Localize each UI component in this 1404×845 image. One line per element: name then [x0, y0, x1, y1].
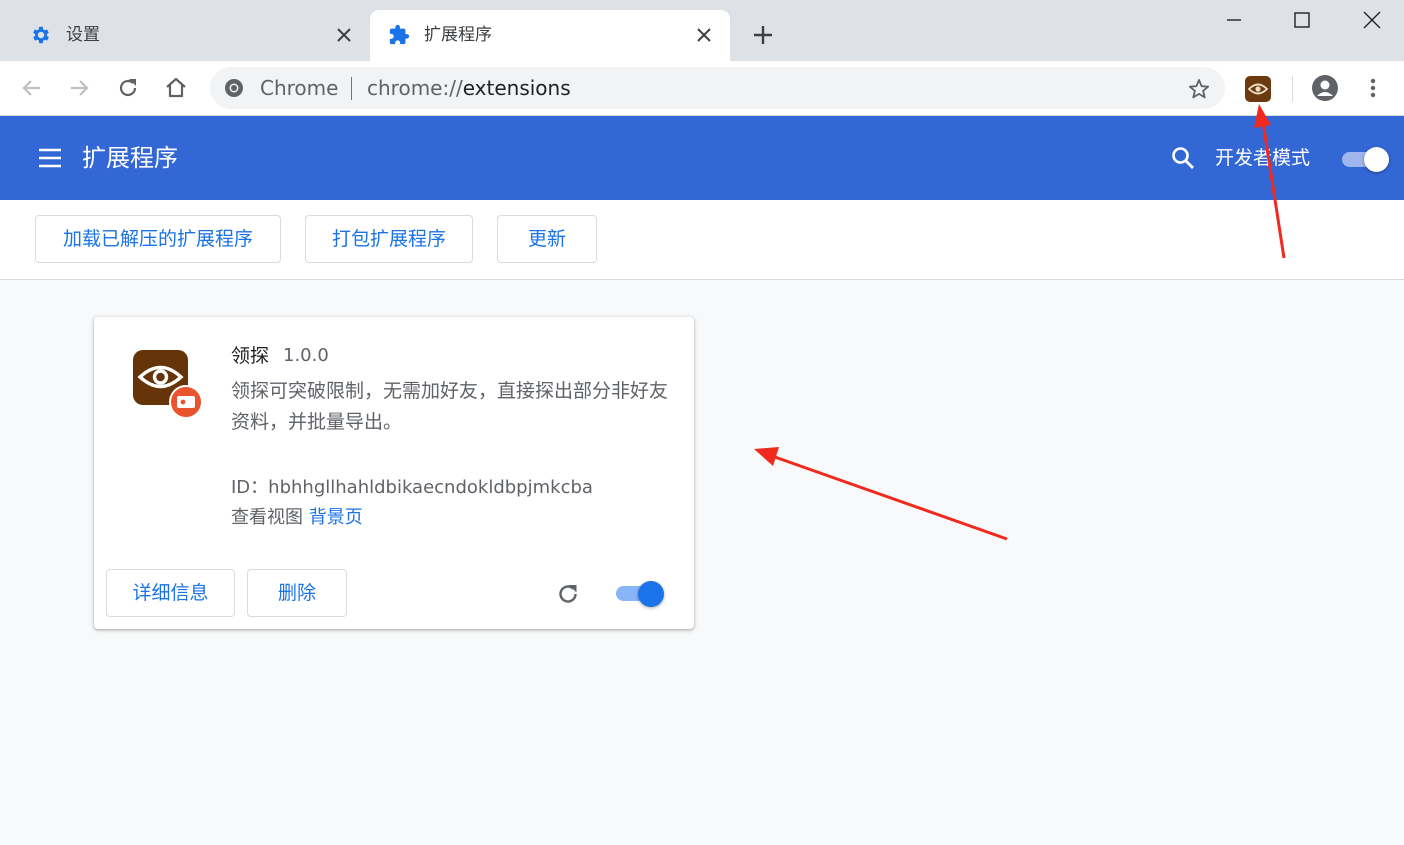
tab-title: 扩展程序 — [424, 25, 492, 45]
extensions-header: 扩展程序 开发者模式 — [0, 116, 1404, 200]
maximize-icon[interactable] — [1290, 8, 1314, 32]
address-bar[interactable]: Chrome chrome://extensions — [210, 67, 1225, 109]
extension-card: 领探 1.0.0 领探可突破限制，无需加好友，直接探出部分非好友资料，并批量导出… — [94, 317, 694, 629]
extension-description: 领探可突破限制，无需加好友，直接探出部分非好友资料，并批量导出。 — [231, 380, 669, 433]
new-tab-plus-icon[interactable] — [750, 22, 776, 48]
tab-extensions[interactable]: 扩展程序 — [370, 10, 730, 61]
reload-extension-icon[interactable] — [554, 580, 582, 608]
minimize-icon[interactable] — [1222, 8, 1246, 32]
unpacked-badge-icon — [169, 385, 203, 419]
id-label: ID： — [231, 477, 269, 498]
page-title: 扩展程序 — [82, 144, 178, 172]
close-icon[interactable] — [334, 25, 354, 45]
developer-mode-toggle[interactable] — [1342, 147, 1390, 172]
puzzle-icon — [389, 24, 410, 45]
annotation-arrow-card — [754, 447, 1008, 541]
inspect-views: 查看视图 背景页 — [231, 506, 363, 530]
chrome-logo-icon — [225, 79, 243, 97]
toggle-knob — [1364, 147, 1389, 172]
url-scheme: chrome:// — [367, 76, 463, 100]
tab-title: 设置 — [66, 25, 100, 45]
home-icon[interactable] — [163, 75, 189, 101]
toggle-knob — [638, 581, 664, 607]
tab-settings[interactable]: 设置 — [0, 10, 370, 61]
action-bar: 加载已解压的扩展程序 打包扩展程序 更新 — [0, 200, 1404, 280]
reload-icon[interactable] — [115, 75, 141, 101]
profile-avatar-icon[interactable] — [1311, 74, 1339, 102]
views-label: 查看视图 — [231, 507, 303, 528]
more-menu-icon[interactable] — [1360, 75, 1386, 101]
window-close-icon[interactable] — [1360, 8, 1384, 32]
extension-id: ID：hbhhgllhahldbikaecndokldbpjmkcba — [231, 476, 593, 500]
toolbar-divider — [1292, 76, 1293, 102]
update-button[interactable]: 更新 — [497, 215, 597, 263]
extension-version: 1.0.0 — [283, 345, 329, 366]
gear-icon — [33, 26, 49, 44]
hamburger-menu-icon[interactable] — [37, 145, 63, 171]
omnibox-divider — [351, 77, 352, 100]
remove-button[interactable]: 删除 — [247, 569, 347, 617]
back-arrow-icon[interactable] — [19, 75, 45, 101]
eye-icon — [1247, 83, 1269, 95]
badge-icon — [177, 396, 195, 408]
close-icon[interactable] — [694, 25, 714, 45]
browser-toolbar: Chrome chrome://extensions — [0, 61, 1404, 116]
extension-toolbar-button[interactable] — [1245, 76, 1271, 102]
url-text[interactable]: chrome://extensions — [367, 76, 571, 100]
tab-strip: 设置 扩展程序 — [0, 0, 1404, 61]
search-icon[interactable] — [1170, 145, 1196, 171]
extension-enable-toggle[interactable] — [616, 580, 666, 607]
pack-extension-button[interactable]: 打包扩展程序 — [305, 215, 473, 263]
extension-name: 领探 — [231, 345, 270, 367]
details-button[interactable]: 详细信息 — [106, 569, 235, 617]
site-label: Chrome — [260, 76, 339, 100]
load-unpacked-button[interactable]: 加载已解压的扩展程序 — [35, 215, 281, 263]
url-path: extensions — [462, 76, 571, 100]
bookmark-star-icon[interactable] — [1187, 77, 1211, 101]
developer-mode-label: 开发者模式 — [1215, 147, 1311, 169]
forward-arrow-icon[interactable] — [66, 75, 92, 101]
background-page-link[interactable]: 背景页 — [309, 507, 363, 528]
id-value: hbhhgllhahldbikaecndokldbpjmkcba — [268, 477, 593, 498]
